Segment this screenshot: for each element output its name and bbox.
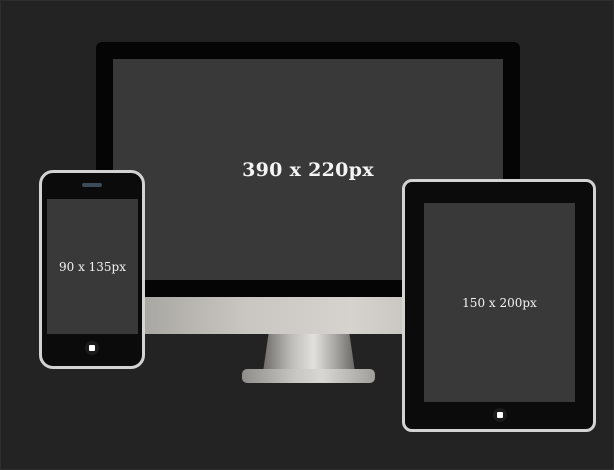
monitor-stand-neck [263, 334, 355, 372]
desktop-screen-label: 390 x 220px [242, 158, 374, 181]
smartphone-icon: 90 x 135px [39, 170, 145, 369]
phone-speaker [82, 183, 102, 187]
home-square-icon [497, 412, 503, 418]
tablet-screen: 150 x 200px [424, 203, 575, 402]
phone-home-button [85, 341, 99, 355]
monitor-stand-base [242, 369, 375, 383]
phone-screen: 90 x 135px [47, 199, 138, 334]
tablet-home-button [493, 408, 507, 422]
home-square-icon [89, 345, 95, 351]
tablet-icon: 150 x 200px [402, 179, 596, 432]
phone-screen-label: 90 x 135px [58, 259, 127, 274]
tablet-screen-label: 150 x 200px [462, 295, 537, 310]
device-mockup-stage: 390 x 220px 90 x 135px 150 x 200px [0, 0, 614, 470]
